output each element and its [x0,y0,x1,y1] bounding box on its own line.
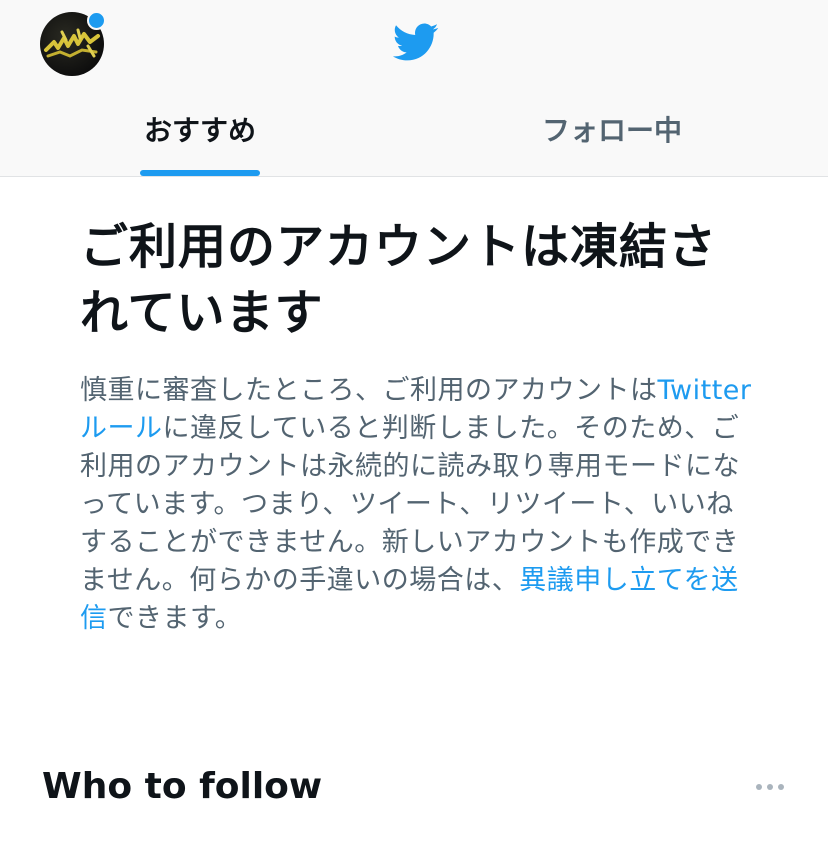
notice-body: 慎重に審査したところ、ご利用のアカウントはTwitterルールに違反していると判… [80,372,760,638]
more-horizontal-icon[interactable] [754,780,786,794]
notice-text: 慎重に審査したところ、ご利用のアカウントは [80,375,658,406]
notice-title: ご利用のアカウントは凍結されています [80,219,718,341]
active-tab-indicator [140,170,260,176]
tab-recommended[interactable]: おすすめ [110,106,290,176]
tab-label: フォロー中 [541,114,682,147]
who-to-follow-title: Who to follow [42,766,323,807]
twitter-bird-icon[interactable] [387,18,443,66]
tab-following[interactable]: フォロー中 [510,106,714,176]
notice-text: できます。 [107,603,243,634]
notification-dot [87,11,106,30]
tab-label: おすすめ [143,114,256,147]
top-header: おすすめ フォロー中 [0,0,828,177]
suspension-notice: ご利用のアカウントは凍結されています 慎重に審査したところ、ご利用のアカウントは… [80,214,760,638]
